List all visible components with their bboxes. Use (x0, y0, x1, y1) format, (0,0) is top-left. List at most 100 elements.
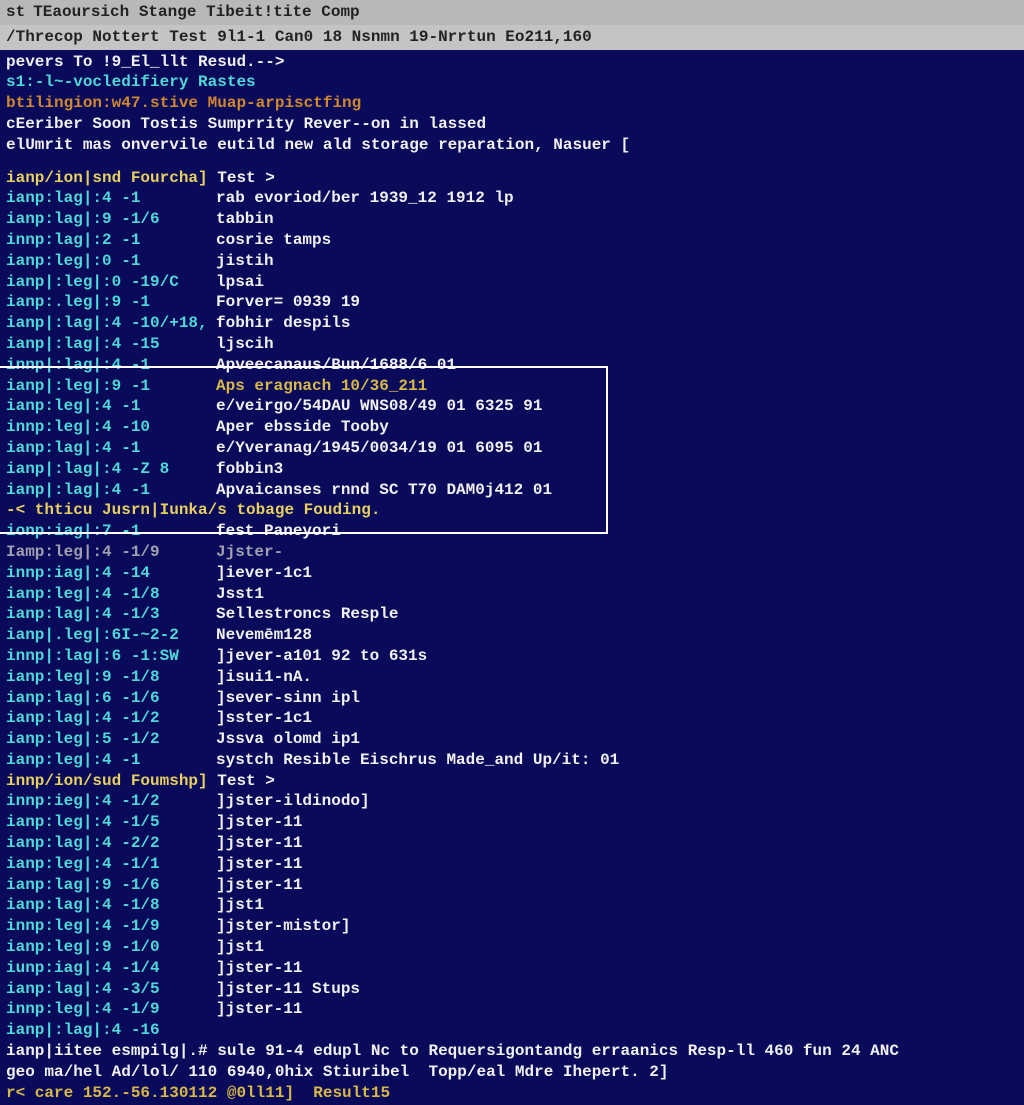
line-prefix: ianp:lag|:4 -1/8 (6, 895, 216, 916)
line-content: Apvaicanses rnnd SC T70 DAM0j412 01 (216, 480, 552, 501)
terminal-line: ianp|:lag|:4 -16 (6, 1020, 1018, 1041)
terminal-line: ianp|.leg|:6I-~2-2Nevemēm128 (6, 625, 1018, 646)
terminal-line: ianp:leg|:4 -1/1]jster-11 (6, 854, 1018, 875)
line-prefix: innp:leg|:4 -1/9 (6, 916, 216, 937)
line-prefix: ianp:leg|:4 -1 (6, 396, 216, 417)
terminal-line: ianp:leg|:0 -1jistih (6, 251, 1018, 272)
line-content: e/veirgo/54DAU WNS08/49 01 6325 91 (216, 396, 542, 417)
line-prefix: innp|:lag|:4 -1 (6, 355, 216, 376)
line-content: ]jster-11 (216, 958, 302, 979)
line-prefix: ianp:leg|:9 -1/0 (6, 937, 216, 958)
terminal-line: ianp:lag|:4 -1/2]sster-1c1 (6, 708, 1018, 729)
terminal-line: ianp:.leg|:9 -1Forver= 0939 19 (6, 292, 1018, 313)
terminal-line: elUmrit mas onvervile eutild new ald sto… (6, 135, 1018, 156)
terminal-line: ianp|:leg|:0 -19/Clpsai (6, 272, 1018, 293)
line-prefix: iunp:iag|:4 -1/4 (6, 958, 216, 979)
line-content: Apveecanaus/Bun/1688/6 01 (216, 355, 456, 376)
line-prefix: ianp|.leg|:6I-~2-2 (6, 625, 216, 646)
line-content: ]sster-1c1 (216, 708, 312, 729)
line-content: ]jster-11 Stups (216, 979, 360, 1000)
line-content: ]jster-11 (216, 854, 302, 875)
terminal-line: innp:leg|:4 -1/9]jster-mistor] (6, 916, 1018, 937)
terminal-line: innp|:lag|:4 -1Apveecanaus/Bun/1688/6 01 (6, 355, 1018, 376)
terminal-line: geo ma/hel Ad/lol/ 110 6940,0hix Stiurib… (6, 1062, 1018, 1083)
titlebar-title: TEaoursich Stange Tibeit!tite Comp (33, 2, 359, 23)
line-prefix: ianp:lag|:4 -3/5 (6, 979, 216, 1000)
line-content: ljscih (216, 334, 274, 355)
line-prefix: innp:leg|:4 -1/9 (6, 999, 216, 1020)
terminal-line: ionp:iag|:7 -1fest Paneyori (6, 521, 1018, 542)
line-prefix: ianp:leg|:4 -1 (6, 750, 216, 771)
terminal-line: pevers To !9_El_llt Resud.--> (6, 52, 1018, 73)
terminal-line: innp:leg|:4 -10Aper ebsside Tooby (6, 417, 1018, 438)
line-prefix: ianp|:lag|:4 -Z 8 (6, 459, 216, 480)
section-header: innp/ion/sud Foumshp] Test > (6, 771, 1018, 792)
line-prefix: ianp:lag|:4 -2/2 (6, 833, 216, 854)
terminal-line: innp:ieg|:4 -1/2]jster-ildinodo] (6, 791, 1018, 812)
line-prefix: ianp|:leg|:0 -19/C (6, 272, 216, 293)
line-prefix: ianp:lag|:6 -1/6 (6, 688, 216, 709)
line-content: tabbin (216, 209, 274, 230)
section-header-rest: Test > (208, 771, 275, 792)
terminal-line: ianp:lag|:9 -1/6tabbin (6, 209, 1018, 230)
line-content: fobbin3 (216, 459, 283, 480)
line-prefix: innp|:lag|:6 -1:SW (6, 646, 216, 667)
line-prefix: ianp|:lag|:4 -16 (6, 1020, 216, 1041)
line-content: ]jster-ildinodo] (216, 791, 370, 812)
line-prefix: ianp:leg|:0 -1 (6, 251, 216, 272)
section-header-prefix: innp/ion/sud Foumshp] (6, 771, 208, 792)
line-prefix: innp:iag|:4 -14 (6, 563, 216, 584)
line-content: Jjster- (216, 542, 283, 563)
terminal-line: ianp|iitee esmpilg|.# sule 91-4 edupl Nc… (6, 1041, 1018, 1062)
line-prefix: ianp|:lag|:4 -1 (6, 480, 216, 501)
line-content: ]isui1-nA. (216, 667, 312, 688)
line-prefix: ianp|:leg|:9 -1 (6, 376, 216, 397)
line-prefix: innp:leg|:4 -10 (6, 417, 216, 438)
terminal-line: innp|:lag|:6 -1:SW]jever-a101 92 to 631s (6, 646, 1018, 667)
section-header: ianp/ion|snd Fourcha] Test > (6, 168, 1018, 189)
terminal-line: ianp:lag|:4 -3/5]jster-11 Stups (6, 979, 1018, 1000)
terminal-line: ianp:leg|:4 -1e/veirgo/54DAU WNS08/49 01… (6, 396, 1018, 417)
terminal-line: ianp|:lag|:4 -Z 8fobbin3 (6, 459, 1018, 480)
line-content: ]sever-sinn ipl (216, 688, 360, 709)
line-prefix: ianp:leg|:9 -1/8 (6, 667, 216, 688)
title-bar: st TEaoursich Stange Tibeit!tite Comp (0, 0, 1024, 25)
line-prefix: ianp:lag|:4 -1 (6, 188, 216, 209)
terminal-line: ianp:lag|:6 -1/6]sever-sinn ipl (6, 688, 1018, 709)
line-content: jistih (216, 251, 274, 272)
line-content: fobhir despils (216, 313, 350, 334)
line-content: lpsai (216, 272, 264, 293)
line-prefix: innp:lag|:2 -1 (6, 230, 216, 251)
line-prefix: ianp:leg|:4 -1/8 (6, 584, 216, 605)
menubar-text: /Threcop Nottert Test 9l1-1 Can0 18 Nsnm… (6, 27, 592, 48)
line-content: ]jster-mistor] (216, 916, 350, 937)
line-prefix: ianp:leg|:4 -1/1 (6, 854, 216, 875)
line-content: ]jster-11 (216, 812, 302, 833)
section-header-prefix: ianp/ion|snd Fourcha] (6, 168, 208, 189)
line-content: Aps eragnach 10/36_211 (216, 376, 427, 397)
line-content: Jsst1 (216, 584, 264, 605)
terminal-line: ianp:leg|:9 -1/0]jst1 (6, 937, 1018, 958)
line-prefix: ianp|:lag|:4 -10/+18, (6, 313, 216, 334)
line-prefix: ianp|:lag|:4 -15 (6, 334, 216, 355)
line-prefix: ianp:lag|:9 -1/6 (6, 209, 216, 230)
terminal-line: innp:lag|:2 -1cosrie tamps (6, 230, 1018, 251)
terminal-line: ianp|:lag|:4 -15ljscih (6, 334, 1018, 355)
terminal-line: ianp:leg|:9 -1/8]isui1-nA. (6, 667, 1018, 688)
terminal-line: ianp|:leg|:9 -1Aps eragnach 10/36_211 (6, 376, 1018, 397)
terminal-line: ianp|:lag|:4 -1Apvaicanses rnnd SC T70 D… (6, 480, 1018, 501)
line-content: fest Paneyori (216, 521, 341, 542)
line-prefix: Iamp:leg|:4 -1/9 (6, 542, 216, 563)
terminal-line: btilingion:w47.stive Muap-arpisctfing (6, 93, 1018, 114)
line-content: ]jster-11 (216, 833, 302, 854)
terminal-line: ianp:leg|:4 -1/5]jster-11 (6, 812, 1018, 833)
line-prefix: ianp:lag|:4 -1/3 (6, 604, 216, 625)
terminal-line: Iamp:leg|:4 -1/9Jjster- (6, 542, 1018, 563)
line-prefix: ianp:.leg|:9 -1 (6, 292, 216, 313)
line-content: ]jever-a101 92 to 631s (216, 646, 427, 667)
terminal-area[interactable]: pevers To !9_El_llt Resud.-->s1:-l~-vocl… (0, 50, 1024, 1105)
line-content: ]iever-1c1 (216, 563, 312, 584)
line-content: systch Resible Eischrus Made_and Up/it: … (216, 750, 619, 771)
line-content: e/Yveranag/1945/0034/19 01 6095 01 (216, 438, 542, 459)
line-content: Nevemēm128 (216, 625, 312, 646)
